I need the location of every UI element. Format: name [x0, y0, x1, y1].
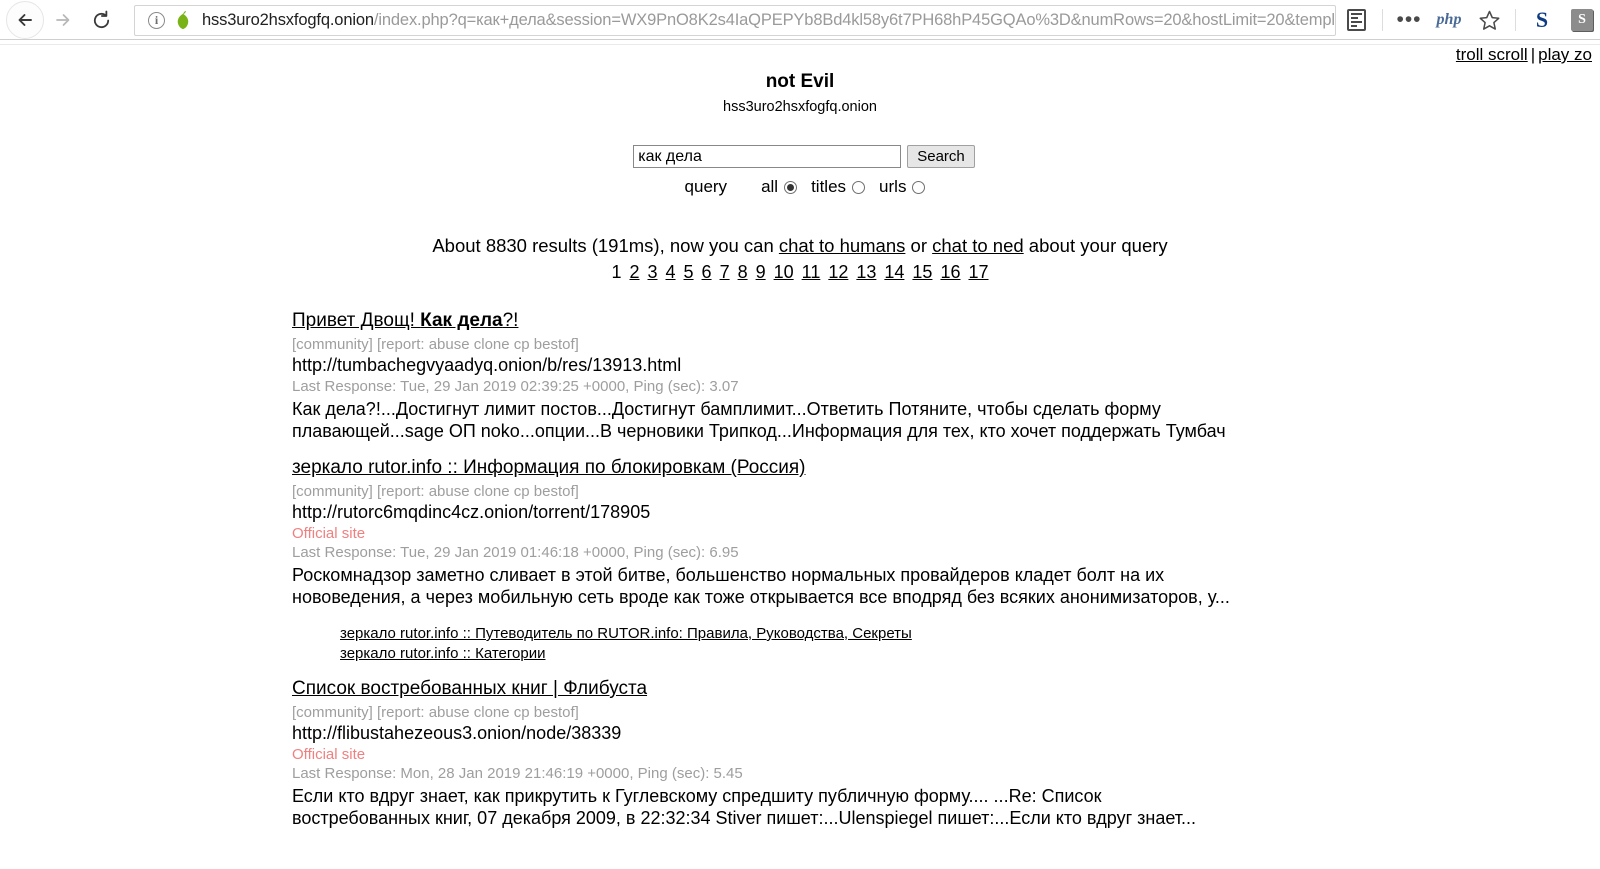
pagination-page-11[interactable]: 11: [802, 262, 821, 282]
query-label: query: [684, 177, 728, 196]
result-snippet: Если кто вдруг знает, как прикрутить к Г…: [292, 785, 1197, 828]
summary-prefix: About 8830 results (191ms), now you can: [432, 235, 779, 256]
reload-icon: [93, 10, 109, 28]
pagination: 1 2 3 4 5 6 7 8 9 10 11 12 13 14 15 16 17: [0, 262, 1600, 283]
result-title-highlight: Как дела: [420, 310, 503, 331]
page-title: not Evil: [765, 71, 835, 92]
troll-scroll-link[interactable]: troll scroll: [1456, 45, 1528, 64]
bookmark-button[interactable]: [1472, 3, 1506, 37]
result-title-link[interactable]: Привет Двощ! Как дела?!: [292, 309, 518, 333]
results-summary: About 8830 results (191ms), now you can …: [0, 235, 1600, 257]
result-meta: Last Response: Tue, 29 Jan 2019 01:46:18…: [292, 543, 739, 561]
extension-s-button[interactable]: S: [1525, 3, 1559, 37]
pagination-page-8[interactable]: 8: [738, 262, 748, 282]
toolbar-border: [0, 39, 1600, 40]
pagination-page-13[interactable]: 13: [856, 262, 876, 282]
search-form: Search: [0, 145, 1600, 168]
forward-button[interactable]: [44, 1, 82, 39]
url-host: hss3uro2hsxfogfq.onion: [202, 10, 374, 29]
back-button[interactable]: [6, 1, 44, 39]
search-input[interactable]: [633, 145, 902, 168]
result-tags[interactable]: [community] [report: abuse clone cp best…: [292, 336, 1600, 353]
s-letter-icon: S: [1535, 7, 1549, 32]
official-site-badge: Official site: [292, 745, 366, 763]
pagination-current: 1: [611, 262, 622, 282]
php-extension-button[interactable]: php: [1432, 3, 1466, 37]
search-result: зеркало rutor.info :: Информация по блок…: [292, 456, 1600, 663]
result-title-text: Привет Двощ!: [292, 310, 421, 331]
toolbar-divider: [1382, 9, 1383, 31]
chat-to-humans-link[interactable]: chat to humans: [779, 235, 906, 256]
onion-icon: [177, 10, 189, 29]
result-snippet: Как дела?!...Достигнут лимит постов...До…: [292, 398, 1226, 441]
link-separator: |: [1530, 45, 1536, 64]
chat-to-ned-link[interactable]: chat to ned: [932, 235, 1024, 256]
bookmark-star-icon: [1479, 10, 1499, 30]
page-actions-button[interactable]: •••: [1392, 3, 1426, 37]
pagination-page-6[interactable]: 6: [702, 262, 712, 282]
result-meta: Last Response: Tue, 29 Jan 2019 02:39:25…: [292, 377, 739, 395]
result-title-link[interactable]: зеркало rutor.info :: Информация по блок…: [292, 456, 806, 480]
result-snippet: Роскомнадзор заметно сливает в этой битв…: [292, 564, 1230, 607]
toolbar-actions: ••• php S S: [1336, 0, 1600, 40]
pagination-page-3[interactable]: 3: [648, 262, 658, 282]
pagination-page-15[interactable]: 15: [912, 262, 932, 282]
result-sublink[interactable]: зеркало rutor.info :: Путеводитель по RU…: [340, 624, 1600, 644]
option-urls-label: urls: [879, 177, 907, 196]
pagination-page-14[interactable]: 14: [884, 262, 904, 282]
pagination-page-17[interactable]: 17: [968, 262, 988, 282]
pagination-page-2[interactable]: 2: [629, 262, 639, 282]
reader-view-icon: [1346, 9, 1366, 31]
option-all-label: all: [761, 177, 779, 196]
search-result: Список востребованных книг | Флибуста [co…: [292, 677, 1600, 829]
page-content: troll scroll | play zo not Evil hss3uro2hs…: [0, 45, 1600, 869]
address-bar[interactable]: i hss3uro2hsxfogfq.onion/index.php?q=как…: [134, 4, 1336, 36]
result-tags[interactable]: [community] [report: abuse clone cp best…: [292, 704, 1600, 721]
summary-suffix: about your query: [1023, 235, 1168, 256]
browser-toolbar: i hss3uro2hsxfogfq.onion/index.php?q=как…: [0, 0, 1600, 40]
php-icon: php: [1436, 11, 1462, 28]
reader-view-button[interactable]: [1339, 3, 1373, 37]
pagination-page-9[interactable]: 9: [756, 262, 766, 282]
radio-urls[interactable]: [912, 180, 926, 194]
search-scope-options: query all titles urls: [0, 177, 1600, 197]
result-meta: Last Response: Mon, 28 Jan 2019 21:46:19…: [292, 764, 743, 782]
page-subtitle: hss3uro2hsxfogfq.onion: [723, 99, 877, 115]
result-url: http://rutorc6mqdinc4cz.onion/torrent/17…: [292, 501, 651, 522]
result-title-link[interactable]: Список востребованных книг | Флибуста: [292, 677, 647, 701]
url-path: /index.php?q=как+дела&session=WX9PnO8K2s…: [373, 10, 1335, 29]
pagination-page-10[interactable]: 10: [774, 262, 794, 282]
extension-s-box-button[interactable]: S: [1565, 3, 1599, 37]
summary-middle: or: [905, 235, 933, 256]
back-arrow-icon: [18, 14, 32, 26]
toolbar-divider-2: [1515, 9, 1516, 31]
three-dots-icon: •••: [1396, 8, 1422, 31]
pagination-page-4[interactable]: 4: [666, 262, 676, 282]
pagination-page-16[interactable]: 16: [940, 262, 960, 282]
official-site-badge: Official site: [292, 524, 366, 542]
top-right-links: troll scroll | play zo: [1456, 45, 1592, 65]
result-sublink[interactable]: зеркало rutor.info :: Категории: [340, 644, 1600, 664]
result-url: http://flibustahezeous3.onion/node/38339: [292, 722, 622, 743]
pagination-links: 2 3 4 5 6 7 8 9 10 11 12 13 14 15 16 17: [625, 262, 992, 282]
play-zone-link[interactable]: play zo: [1538, 45, 1592, 64]
result-sublinks: зеркало rutor.info :: Путеводитель по RU…: [292, 624, 1600, 663]
search-results-list: Привет Двощ! Как дела?! [community] [repo…: [0, 309, 1600, 829]
forward-arrow-icon: [56, 14, 70, 26]
search-result: Привет Двощ! Как дела?! [community] [repo…: [292, 309, 1600, 442]
result-url: http://tumbachegvyaadyq.onion/b/res/1391…: [292, 354, 682, 375]
radio-titles[interactable]: [852, 180, 866, 194]
option-titles-label: titles: [811, 177, 847, 196]
reload-button[interactable]: [82, 1, 120, 39]
site-info-icon[interactable]: i: [148, 11, 165, 29]
radio-all[interactable]: [784, 180, 798, 194]
s-box-icon: S: [1571, 9, 1593, 31]
url-text: hss3uro2hsxfogfq.onion/index.php?q=как+д…: [202, 11, 1335, 30]
result-title-tail: ?!: [502, 310, 519, 331]
pagination-page-5[interactable]: 5: [684, 262, 694, 282]
pagination-page-12[interactable]: 12: [828, 262, 848, 282]
result-tags[interactable]: [community] [report: abuse clone cp best…: [292, 483, 1600, 500]
search-button[interactable]: Search: [907, 145, 975, 168]
pagination-page-7[interactable]: 7: [720, 262, 730, 282]
